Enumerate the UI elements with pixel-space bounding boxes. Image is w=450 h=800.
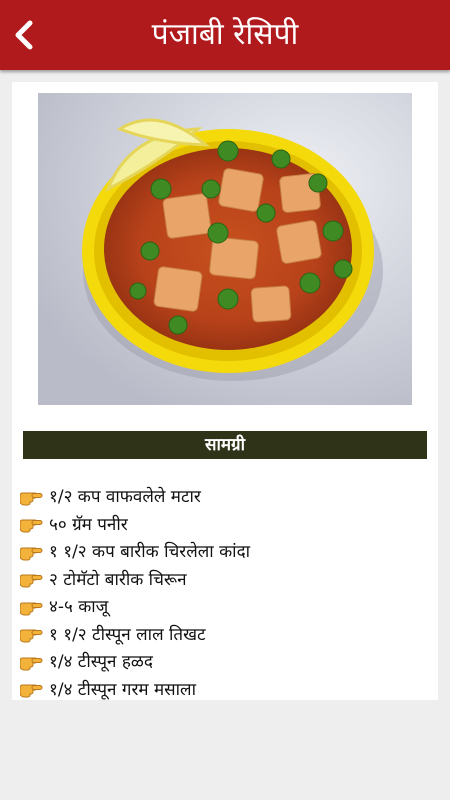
pointing-hand-icon <box>20 574 43 588</box>
pointing-hand-icon <box>20 492 43 506</box>
ingredient-text: १ १/२ टीस्पून लाल तिखट <box>49 624 206 645</box>
list-item: ५० ग्रॅम पनीर <box>20 510 250 538</box>
list-item: १ १/२ टीस्पून लाल तिखट <box>20 620 250 648</box>
recipe-photo <box>38 93 412 405</box>
ingredients-heading: सामग्री <box>23 431 427 459</box>
ingredient-text: २ टोमॅटो बारीक चिरून <box>49 569 187 590</box>
app-header: पंजाबी रेसिपी <box>0 0 450 70</box>
pointing-hand-icon <box>20 657 43 671</box>
list-item: १ १/२ कप बारीक चिरलेला कांदा <box>20 537 250 565</box>
list-item: १/४ टीस्पून हळद <box>20 647 250 675</box>
pointing-hand-icon <box>20 684 43 698</box>
list-item: २ टोमॅटो बारीक चिरून <box>20 565 250 593</box>
pointing-hand-icon <box>20 629 43 643</box>
list-item: ४-५ काजू <box>20 592 250 620</box>
ingredient-text: ५० ग्रॅम पनीर <box>49 514 128 535</box>
list-item: १/४ टीस्पून गरम मसाला <box>20 675 250 701</box>
ingredient-text: ४-५ काजू <box>49 597 109 618</box>
ingredient-text: १ १/२ कप बारीक चिरलेला कांदा <box>49 542 250 563</box>
ingredient-text: १/४ टीस्पून गरम मसाला <box>49 679 196 700</box>
curry-bowl-illustration <box>38 93 412 405</box>
recipe-card: सामग्री १/२ कप वाफवलेले मटार ५० ग्रॅम पन… <box>12 82 438 700</box>
page-title: पंजाबी रेसिपी <box>151 17 299 52</box>
pointing-hand-icon <box>20 602 43 616</box>
pointing-hand-icon <box>20 547 43 561</box>
ingredients-list: १/२ कप वाफवलेले मटार ५० ग्रॅम पनीर १ १/२… <box>20 482 250 700</box>
ingredient-text: १/४ टीस्पून हळद <box>49 652 153 673</box>
ingredient-text: १/२ कप वाफवलेले मटार <box>49 487 201 508</box>
list-item: १/२ कप वाफवलेले मटार <box>20 482 250 510</box>
pointing-hand-icon <box>20 519 43 533</box>
